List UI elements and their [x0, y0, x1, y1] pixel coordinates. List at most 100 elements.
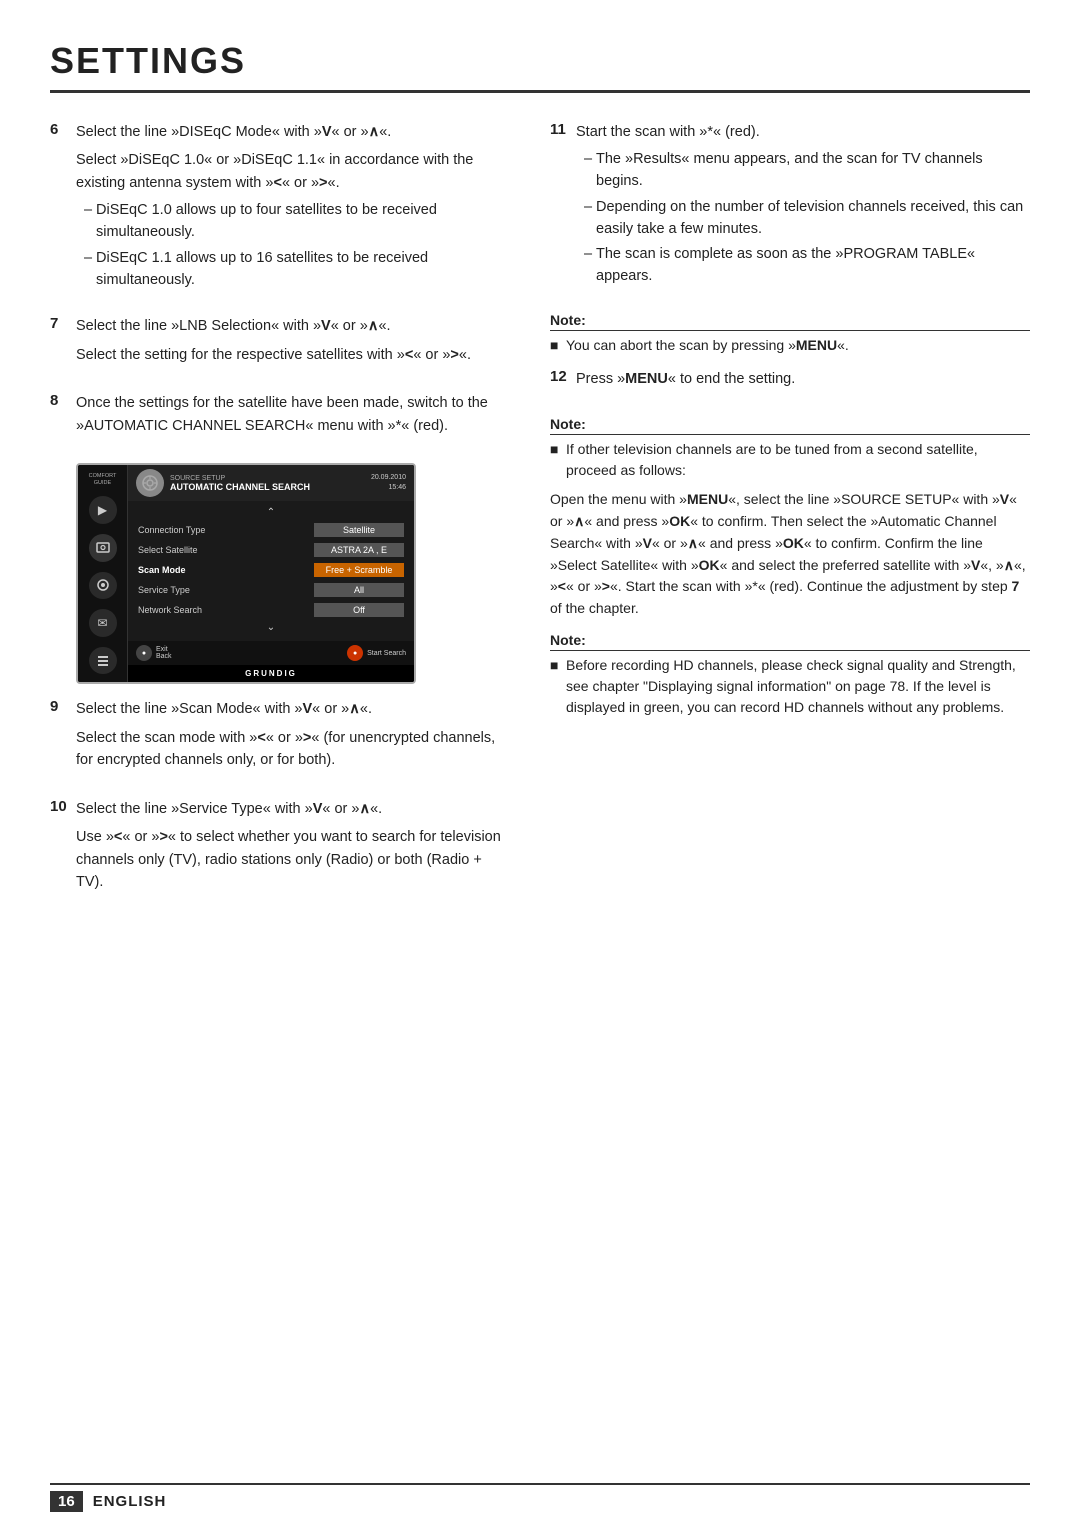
step-10-number: 10	[50, 798, 68, 900]
note-3-text: Before recording HD channels, please che…	[566, 655, 1030, 718]
device-row-connection: Connection Type Satellite	[128, 520, 414, 540]
note-1-title: Note:	[550, 312, 1030, 331]
page-footer: 16 ENGLISH	[50, 1483, 1030, 1512]
device-row-network: Network Search Off	[128, 600, 414, 620]
sidebar-icon-5	[89, 647, 117, 675]
step-6-para1: Select the line »DISEqC Mode« with »V« o…	[76, 121, 510, 143]
sidebar-icon-2	[89, 534, 117, 562]
note-1-bullet: ■	[550, 335, 560, 356]
step-11-bullet-2: Depending on the number of television ch…	[584, 197, 1030, 241]
device-row-scanmode: Scan Mode Free + Scramble	[128, 560, 414, 580]
step-11: 11 Start the scan with »*« (red). The »R…	[550, 121, 1030, 292]
page: SETTINGS 6 Select the line »DISEqC Mode«…	[0, 0, 1080, 960]
sidebar-icon-4: ✉	[89, 609, 117, 637]
note-1-item-1: ■ You can abort the scan by pressing »ME…	[550, 335, 1030, 356]
service-type-value: All	[314, 583, 404, 597]
note-3-item-1: ■ Before recording HD channels, please c…	[550, 655, 1030, 718]
step-11-bullet-1: The »Results« menu appears, and the scan…	[584, 149, 1030, 193]
connection-type-value: Satellite	[314, 523, 404, 537]
content-columns: 6 Select the line »DISEqC Mode« with »V«…	[50, 121, 1030, 920]
device-footer: ● ExitBack ● Start Search	[128, 641, 414, 665]
step-7-number: 7	[50, 315, 68, 372]
device-row-satellite: Select Satellite ASTRA 2A , E	[128, 540, 414, 560]
step-11-bullet-3: The scan is complete as soon as the »PRO…	[584, 244, 1030, 288]
left-column: 6 Select the line »DISEqC Mode« with »V«…	[50, 121, 510, 920]
step-6-para2: Select »DiSEqC 1.0« or »DiSEqC 1.1« in a…	[76, 149, 510, 194]
step-6-bullet-2: DiSEqC 1.1 allows up to 16 satellites to…	[84, 248, 510, 292]
step-9-content: Select the line »Scan Mode« with »V« or …	[76, 698, 510, 777]
exit-back-label: ExitBack	[156, 646, 172, 660]
step-11-number: 11	[550, 121, 568, 292]
step-11-para1: Start the scan with »*« (red).	[576, 121, 1030, 143]
step-9: 9 Select the line »Scan Mode« with »V« o…	[50, 698, 510, 777]
device-time: 15:46	[371, 483, 406, 493]
sidebar-icon-3	[89, 572, 117, 600]
step-6-bullets: DiSEqC 1.0 allows up to four satellites …	[76, 200, 510, 291]
comfort-guide-label: COMFORTGUIDE	[89, 473, 117, 486]
exit-back-button: ● ExitBack	[136, 645, 172, 661]
select-satellite-label: Select Satellite	[138, 545, 314, 555]
step-9-number: 9	[50, 698, 68, 777]
step-12-para1: Press »MENU« to end the setting.	[576, 368, 1030, 390]
exit-circle: ●	[136, 645, 152, 661]
note-2-item-1: ■ If other television channels are to be…	[550, 439, 1030, 481]
device-screenshot: COMFORTGUIDE ▶ ✉	[76, 463, 416, 684]
device-arrow-up: ⌃	[128, 505, 414, 520]
note-1: Note: ■ You can abort the scan by pressi…	[550, 312, 1030, 356]
select-satellite-value: ASTRA 2A , E	[314, 543, 404, 557]
note-3-title: Note:	[550, 632, 1030, 651]
start-circle: ●	[347, 645, 363, 661]
device-date: 20.09.2010	[371, 473, 406, 483]
note-2-bullet: ■	[550, 439, 560, 481]
note-2-body: Open the menu with »MENU«, select the li…	[550, 489, 1030, 619]
source-setup-label: SOURCE SETUP	[170, 475, 310, 482]
grundig-logo: GRUNDIG	[128, 665, 414, 682]
device-header-datetime: 20.09.2010 15:46	[371, 473, 406, 493]
step-12-number: 12	[550, 368, 568, 396]
device-header-icon	[136, 469, 164, 497]
footer-page-number: 16	[50, 1491, 83, 1512]
step-8-content: Once the settings for the satellite have…	[76, 392, 510, 443]
device-main: SOURCE SETUP AUTOMATIC CHANNEL SEARCH 20…	[128, 465, 414, 682]
step-11-bullets: The »Results« menu appears, and the scan…	[576, 149, 1030, 288]
device-header-text: SOURCE SETUP AUTOMATIC CHANNEL SEARCH	[170, 475, 310, 492]
step-6-content: Select the line »DISEqC Mode« with »V« o…	[76, 121, 510, 295]
note-3: Note: ■ Before recording HD channels, pl…	[550, 632, 1030, 718]
step-10-content: Select the line »Service Type« with »V« …	[76, 798, 510, 900]
step-10-para2: Use »<« or »>« to select whether you wan…	[76, 826, 510, 893]
step-8: 8 Once the settings for the satellite ha…	[50, 392, 510, 443]
step-12-content: Press »MENU« to end the setting.	[576, 368, 1030, 396]
step-12: 12 Press »MENU« to end the setting.	[550, 368, 1030, 396]
network-search-value: Off	[314, 603, 404, 617]
device-header: SOURCE SETUP AUTOMATIC CHANNEL SEARCH 20…	[128, 465, 414, 501]
step-8-number: 8	[50, 392, 68, 443]
device-title: AUTOMATIC CHANNEL SEARCH	[170, 482, 310, 492]
start-search-button: ● Start Search	[347, 645, 406, 661]
step-9-para2: Select the scan mode with »<« or »>« (fo…	[76, 727, 510, 772]
connection-type-label: Connection Type	[138, 525, 314, 535]
device-arrow-down: ⌄	[128, 620, 414, 635]
step-7: 7 Select the line »LNB Selection« with »…	[50, 315, 510, 372]
device-row-servicetype: Service Type All	[128, 580, 414, 600]
note-1-text: You can abort the scan by pressing »MENU…	[566, 335, 849, 356]
step-7-para1: Select the line »LNB Selection« with »V«…	[76, 315, 510, 337]
start-search-label: Start Search	[367, 650, 406, 657]
network-search-label: Network Search	[138, 605, 314, 615]
step-7-content: Select the line »LNB Selection« with »V«…	[76, 315, 510, 372]
device-sidebar: COMFORTGUIDE ▶ ✉	[78, 465, 128, 682]
step-6-number: 6	[50, 121, 68, 295]
step-9-para1: Select the line »Scan Mode« with »V« or …	[76, 698, 510, 720]
footer-language: ENGLISH	[93, 1493, 167, 1510]
step-10-para1: Select the line »Service Type« with »V« …	[76, 798, 510, 820]
step-10: 10 Select the line »Service Type« with »…	[50, 798, 510, 900]
page-title: SETTINGS	[50, 40, 1030, 93]
device-table: ⌃ Connection Type Satellite Select Satel…	[128, 501, 414, 639]
step-6-bullet-1: DiSEqC 1.0 allows up to four satellites …	[84, 200, 510, 244]
note-3-bullet: ■	[550, 655, 560, 718]
service-type-label: Service Type	[138, 585, 314, 595]
note-2: Note: ■ If other television channels are…	[550, 416, 1030, 619]
right-column: 11 Start the scan with »*« (red). The »R…	[550, 121, 1030, 920]
note-2-text: If other television channels are to be t…	[566, 439, 1030, 481]
scan-mode-label: Scan Mode	[138, 565, 314, 575]
step-7-para2: Select the setting for the respective sa…	[76, 344, 510, 366]
